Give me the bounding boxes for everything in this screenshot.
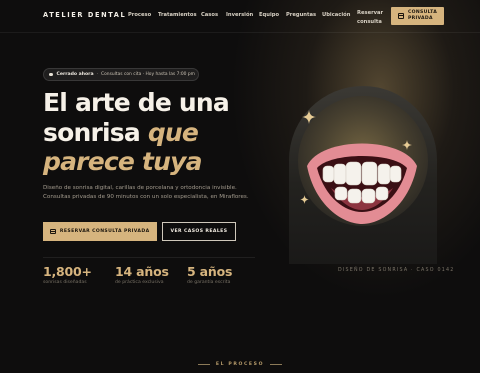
hero-title-plain: El arte de una sonrisa: [43, 88, 230, 147]
divider-line: [270, 364, 283, 365]
consulta-privada-label: CONSULTA PRIVADA: [408, 10, 438, 21]
sparkle-icon: [300, 195, 309, 204]
nav-link-casos[interactable]: Casos: [201, 12, 218, 18]
nav-link-equipo[interactable]: Equipo: [259, 12, 279, 18]
nav-link-proceso[interactable]: Proceso: [128, 12, 151, 18]
stat-caption: de garantía escrita: [187, 280, 231, 285]
hero-title-accent-1: que: [147, 117, 199, 147]
stat-caption: sonrisas diseñadas: [43, 280, 87, 285]
stat-value: 5 años: [187, 264, 233, 279]
sparkle-icon: [402, 140, 412, 150]
divider-line: [197, 364, 210, 365]
ver-casos-label: VER CASOS REALES: [170, 229, 228, 234]
stat-value: 14 años: [115, 264, 169, 279]
nav-link-tratamientos[interactable]: Tratamientos: [158, 12, 197, 18]
stat-caption: de práctica exclusiva: [115, 280, 164, 285]
sparkle-icon: [302, 110, 316, 124]
art-caption: DISEÑO DE SONRISA · CASO 0142: [338, 268, 455, 273]
calendar-icon: [50, 228, 56, 235]
opening-status-badge: Cerrado ahora · Consultas con cita · Hoy…: [43, 68, 199, 81]
nav-divider: [0, 32, 480, 33]
ver-casos-button[interactable]: VER CASOS REALES: [162, 222, 236, 241]
stats-divider: [43, 257, 255, 258]
reservar-consulta-button[interactable]: RESERVAR CONSULTA PRIVADA: [43, 222, 157, 241]
top-nav: ATELIER DENTAL Proceso Tratamientos Caso…: [0, 0, 480, 32]
nav-link-preguntas[interactable]: Preguntas: [286, 12, 316, 18]
hero-lead: Diseño de sonrisa digital, carillas de p…: [43, 185, 249, 201]
hero-title: El arte de una sonrisa que parece tuya: [43, 88, 263, 177]
section-label-text: EL PROCESO: [215, 362, 265, 367]
status-dot-icon: [49, 72, 53, 77]
reservar-consulta-label: RESERVAR CONSULTA PRIVADA: [59, 229, 150, 234]
stat-value: 1,800+: [43, 264, 92, 279]
status-info: Consultas con cita · Hoy hasta las 7:00 …: [101, 72, 195, 77]
status-separator: ·: [96, 72, 99, 77]
stat-smiles: 1,800+ sonrisas diseñadas: [43, 264, 92, 285]
stat-warranty: 5 años de garantía escrita: [187, 264, 232, 285]
section-label-proceso: EL PROCESO: [0, 362, 480, 367]
calendar-icon: [398, 13, 404, 19]
nav-link-ubicacion[interactable]: Ubicación: [322, 12, 350, 18]
hero-title-accent-2: parece tuya: [43, 147, 202, 176]
brand-logo[interactable]: ATELIER DENTAL: [43, 11, 126, 19]
nav-reserve-link[interactable]: Reservar consulta: [357, 9, 391, 26]
status-state: Cerrado ahora: [56, 72, 94, 77]
consulta-privada-button[interactable]: CONSULTA PRIVADA: [391, 7, 444, 25]
nav-link-inversion[interactable]: Inversión: [226, 12, 253, 18]
stat-years-practice: 14 años de práctica exclusiva: [115, 264, 169, 285]
